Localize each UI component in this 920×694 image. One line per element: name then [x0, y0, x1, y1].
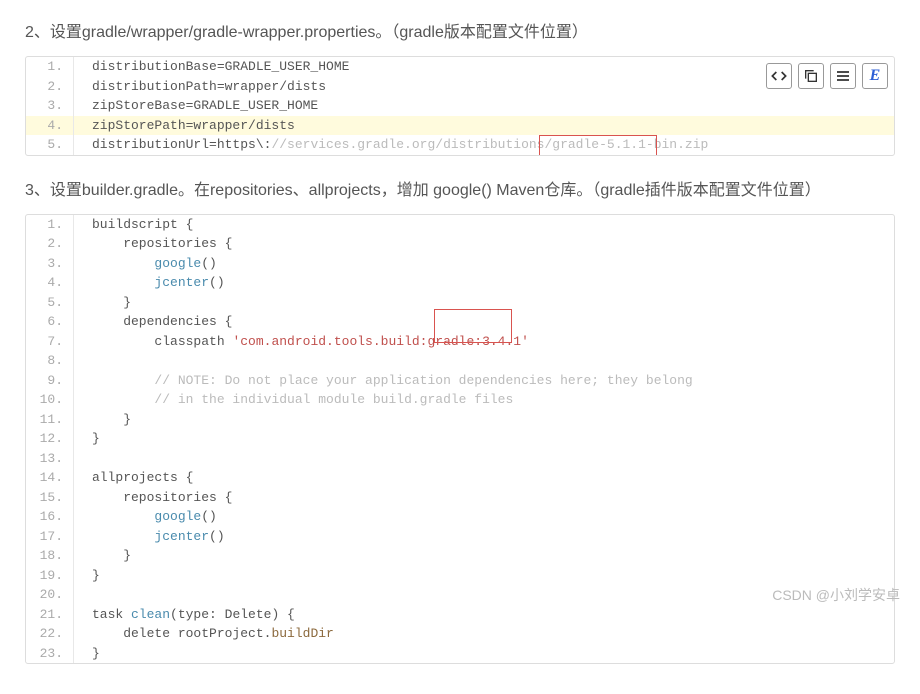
line-number: 2. — [26, 234, 74, 254]
line-number: 14. — [26, 468, 74, 488]
code-row: 5. } — [26, 293, 894, 313]
code-text: jcenter() — [74, 527, 894, 547]
line-number: 4. — [26, 273, 74, 293]
code-row: 4. jcenter() — [26, 273, 894, 293]
code-text: repositories { — [74, 234, 894, 254]
line-number: 18. — [26, 546, 74, 566]
code-text: // in the individual module build.gradle… — [74, 390, 894, 410]
code-text — [74, 351, 894, 371]
line-number: 1. — [26, 57, 74, 77]
code-text: google() — [74, 507, 894, 527]
code-text: task clean(type: Delete) { — [74, 605, 894, 625]
code-row: 9. // NOTE: Do not place your applicatio… — [26, 371, 894, 391]
code-text: distributionUrl=https\: — [92, 137, 271, 152]
code-row: 22. delete rootProject.buildDir — [26, 624, 894, 644]
code-text: repositories { — [74, 488, 894, 508]
code-row: 8. — [26, 351, 894, 371]
code-text: delete rootProject.buildDir — [74, 624, 894, 644]
code-comment: //services.gradle.org/distributions/grad… — [271, 137, 708, 152]
line-number: 10. — [26, 390, 74, 410]
code-row: 20. — [26, 585, 894, 605]
code-row: 16. google() — [26, 507, 894, 527]
code-block-2: 1.buildscript { 2. repositories { 3. goo… — [25, 214, 895, 665]
code-comment: // in the individual module build.gradle… — [154, 392, 513, 407]
line-number: 12. — [26, 429, 74, 449]
code-text: zipStoreBase=GRADLE_USER_HOME — [74, 96, 894, 116]
line-number: 2. — [26, 77, 74, 97]
code-row: 12.} — [26, 429, 894, 449]
code-icon[interactable] — [766, 63, 792, 89]
line-number: 11. — [26, 410, 74, 430]
line-number: 5. — [26, 293, 74, 313]
code-row: 1.buildscript { — [26, 215, 894, 235]
line-number: 9. — [26, 371, 74, 391]
code-row: 11. } — [26, 410, 894, 430]
code-row: 17. jcenter() — [26, 527, 894, 547]
code-text: // NOTE: Do not place your application d… — [74, 371, 894, 391]
code-text: } — [74, 410, 894, 430]
code-text: classpath 'com.android.tools.build:gradl… — [74, 332, 894, 352]
code-text: } — [74, 293, 894, 313]
copy-icon[interactable] — [798, 63, 824, 89]
section-3-heading: 3、设置builder.gradle。在repositories、allproj… — [25, 176, 895, 200]
code-toolbar: E — [766, 63, 888, 89]
wrap-icon[interactable] — [830, 63, 856, 89]
line-number: 1. — [26, 215, 74, 235]
code-row: 2.distributionPath=wrapper/dists — [26, 77, 894, 97]
code-text: } — [74, 644, 894, 664]
code-row: 19.} — [26, 566, 894, 586]
code-row: 23.} — [26, 644, 894, 664]
line-number: 5. — [26, 135, 74, 155]
code-row: 2. repositories { — [26, 234, 894, 254]
code-row: 18. } — [26, 546, 894, 566]
line-number: 6. — [26, 312, 74, 332]
code-text — [74, 585, 894, 605]
code-row: 5.distributionUrl=https\://services.grad… — [26, 135, 894, 155]
code-text: } — [74, 429, 894, 449]
csdn-watermark: CSDN @小刘学安卓 — [772, 585, 900, 605]
line-number: 7. — [26, 332, 74, 352]
line-number: 21. — [26, 605, 74, 625]
code-row: 3. google() — [26, 254, 894, 274]
line-number: 17. — [26, 527, 74, 547]
code-row: 7. classpath 'com.android.tools.build:gr… — [26, 332, 894, 352]
code-text: } — [74, 546, 894, 566]
code-row: 1.distributionBase=GRADLE_USER_HOME — [26, 57, 894, 77]
code-text: dependencies { — [74, 312, 894, 332]
code-text — [74, 449, 894, 469]
line-number: 16. — [26, 507, 74, 527]
line-number: 4. — [26, 116, 74, 136]
code-text: zipStorePath=wrapper/dists — [74, 116, 894, 136]
line-number: 20. — [26, 585, 74, 605]
line-number: 15. — [26, 488, 74, 508]
line-number: 22. — [26, 624, 74, 644]
code-text: buildscript { — [74, 215, 894, 235]
code-block-1: E 1.distributionBase=GRADLE_USER_HOME 2.… — [25, 56, 895, 156]
code-row: 13. — [26, 449, 894, 469]
line-number: 13. — [26, 449, 74, 469]
line-number: 3. — [26, 254, 74, 274]
code-row: 21.task clean(type: Delete) { — [26, 605, 894, 625]
code-text: jcenter() — [74, 273, 894, 293]
code-row: 3.zipStoreBase=GRADLE_USER_HOME — [26, 96, 894, 116]
code-row: 15. repositories { — [26, 488, 894, 508]
code-text: allprojects { — [74, 468, 894, 488]
code-row: 4.zipStorePath=wrapper/dists — [26, 116, 894, 136]
code-comment: // NOTE: Do not place your application d… — [154, 373, 692, 388]
line-number: 23. — [26, 644, 74, 664]
section-2-heading: 2、设置gradle/wrapper/gradle-wrapper.proper… — [25, 18, 895, 42]
code-row: 6. dependencies { — [26, 312, 894, 332]
code-text: google() — [74, 254, 894, 274]
line-number: 8. — [26, 351, 74, 371]
line-number: 3. — [26, 96, 74, 116]
code-text: distributionUrl=https\://services.gradle… — [74, 135, 894, 155]
code-text: } — [74, 566, 894, 586]
line-number: 19. — [26, 566, 74, 586]
e-icon[interactable]: E — [862, 63, 888, 89]
classpath-string: 'com.android.tools.build:gradle:3.4.1' — [232, 334, 528, 349]
code-row: 10. // in the individual module build.gr… — [26, 390, 894, 410]
code-row: 14.allprojects { — [26, 468, 894, 488]
